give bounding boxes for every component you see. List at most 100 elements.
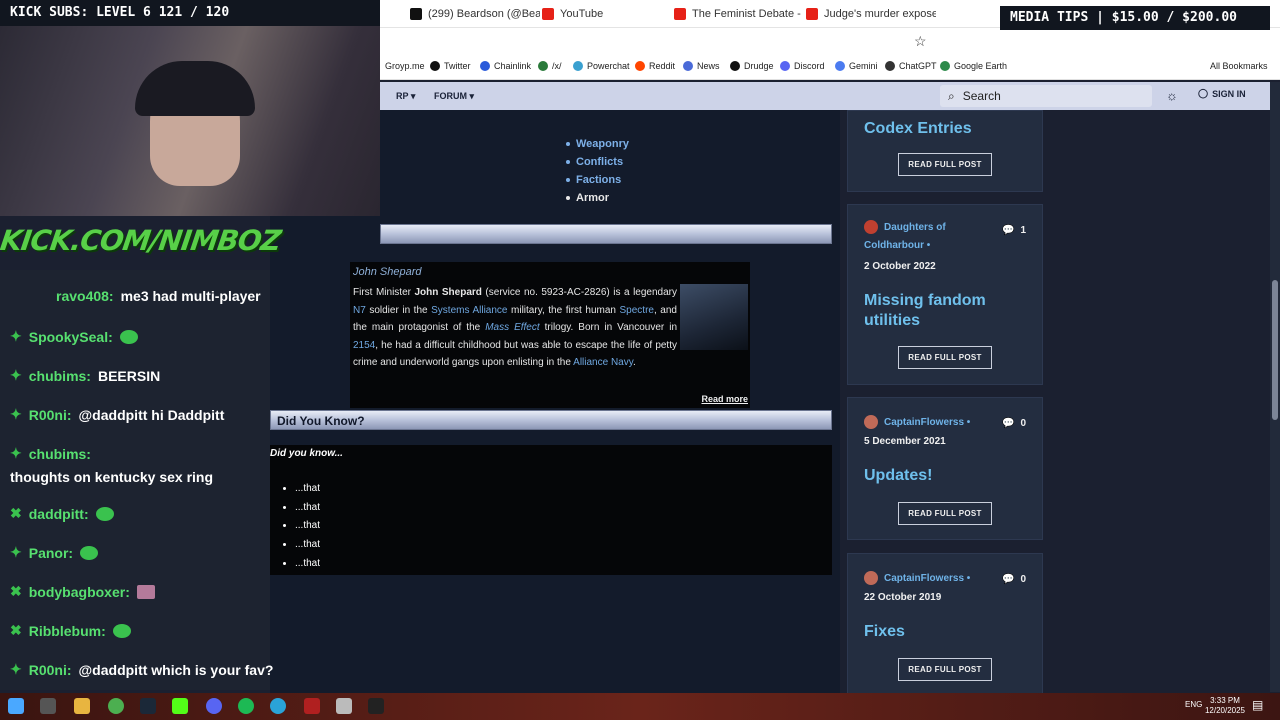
reddit-icon [635, 61, 645, 71]
address-bar[interactable]: ☆ [380, 28, 1280, 56]
tab-label: The Feminist Debate - Y [692, 8, 804, 20]
badge-icon: ✦ [10, 328, 22, 344]
spotify-icon[interactable] [238, 698, 254, 714]
notification-icon[interactable]: ▤ [1252, 698, 1263, 712]
category-link[interactable]: Factions [566, 174, 629, 186]
scrollbar-thumb[interactable] [1272, 280, 1278, 420]
link[interactable]: Spectre [620, 305, 654, 316]
bookmark[interactable]: News [683, 61, 720, 71]
bookmark[interactable]: Discord [780, 61, 825, 71]
post-author[interactable]: CaptainFlowerss • [864, 414, 970, 432]
did-you-know-heading: Did you know... [270, 448, 343, 459]
all-bookmarks[interactable]: All Bookmarks [1210, 61, 1268, 71]
search-input[interactable]: ⌕ Search [940, 85, 1152, 107]
post-author[interactable]: Daughters of Coldharbour • [864, 219, 974, 255]
read-full-post-button[interactable]: READ FULL POST [898, 346, 992, 369]
steam-icon[interactable] [140, 698, 156, 714]
category-link[interactable]: Armor [566, 192, 629, 204]
app-icon[interactable] [336, 698, 352, 714]
tab-label: Judge's murder expose [824, 8, 936, 20]
post-title[interactable]: Codex Entries [864, 119, 972, 139]
bookmark[interactable]: Chainlink [480, 61, 531, 71]
badge-icon: ✖ [10, 583, 22, 599]
post-title[interactable]: Updates! [864, 466, 932, 486]
system-clock[interactable]: 3:33 PM 12/20/2025 [1200, 696, 1250, 716]
chat-message: ✖ bodybagboxer: [10, 583, 162, 600]
avatar [864, 415, 878, 430]
bookmark[interactable]: Powerchat [573, 61, 630, 71]
browser-tab[interactable]: (299) Beardson (@Bear × [410, 4, 540, 24]
read-full-post-button[interactable]: READ FULL POST [898, 153, 992, 176]
telegram-icon[interactable] [270, 698, 286, 714]
page-scrollbar[interactable] [1270, 82, 1280, 692]
link[interactable]: Mass Effect [485, 322, 539, 333]
badge-icon: ✦ [10, 367, 22, 383]
epic-games-icon[interactable] [368, 698, 384, 714]
read-more-link[interactable]: Read more [701, 394, 748, 404]
bookmark[interactable]: Google Earth [940, 61, 1007, 71]
chainlink-icon [480, 61, 490, 71]
bookmark[interactable]: Twitter [430, 61, 471, 71]
nav-rp[interactable]: RP ▾ [396, 91, 415, 102]
posts-sidebar: Codex Entries READ FULL POST Daughters o… [840, 110, 1070, 695]
list-item: ...that [295, 520, 320, 539]
bookmark[interactable]: Gemini [835, 61, 878, 71]
badge-icon: ✦ [10, 406, 22, 422]
bookmark[interactable]: Drudge [730, 61, 774, 71]
read-full-post-button[interactable]: READ FULL POST [898, 658, 992, 681]
comment-count[interactable]: 💬 1 [1002, 225, 1026, 236]
bookmark[interactable]: Groyp.me [385, 61, 425, 71]
link[interactable]: 2154 [353, 340, 375, 351]
link[interactable]: N7 [353, 305, 366, 316]
bookmark[interactable]: ChatGPT [885, 61, 937, 71]
read-full-post-button[interactable]: READ FULL POST [898, 502, 992, 525]
media-tips-counter: MEDIA TIPS | $15.00 / $200.00 [1000, 6, 1270, 30]
nav-forum[interactable]: FORUM ▾ [434, 91, 474, 102]
badge-icon: ✦ [10, 445, 22, 461]
category-link[interactable]: Weaponry [566, 138, 629, 150]
post-card: CaptainFlowerss • 💬 0 5 December 2021 Upd… [847, 397, 1043, 540]
sign-in-button[interactable]: ◯ SIGN IN [1198, 88, 1246, 99]
clover-icon [538, 61, 548, 71]
comment-count[interactable]: 💬 0 [1002, 574, 1026, 585]
post-card: CaptainFlowerss • 💬 0 22 October 2019 Fix… [847, 553, 1043, 695]
x-icon [430, 61, 440, 71]
discord-icon[interactable] [206, 698, 222, 714]
did-you-know-list: ...that ...that ...that ...that ...that [295, 483, 320, 576]
star-icon[interactable]: ☆ [914, 33, 927, 50]
task-view-icon[interactable] [40, 698, 56, 714]
drudge-icon [730, 61, 740, 71]
bookmark[interactable]: /x/ [538, 61, 562, 71]
post-title[interactable]: Fixes [864, 622, 905, 642]
link[interactable]: Alliance Navy [573, 357, 633, 368]
post-card: Codex Entries READ FULL POST [847, 110, 1043, 192]
comment-icon: 💬 [1001, 225, 1015, 236]
webcam-feed [0, 26, 380, 216]
kick-subs-counter: KICK SUBS: LEVEL 6 121 / 120 [0, 0, 380, 26]
bookmark[interactable]: Reddit [635, 61, 675, 71]
search-placeholder: Search [962, 89, 1001, 103]
featured-name: John Shepard [353, 266, 422, 278]
shepard-portrait[interactable] [680, 284, 748, 350]
browser-tab[interactable]: Judge's murder expose × [806, 4, 936, 24]
start-icon[interactable] [8, 698, 24, 714]
list-item: ...that [295, 502, 320, 521]
badge-icon: ✦ [10, 661, 22, 677]
kick-icon[interactable] [172, 698, 188, 714]
badge-icon: ✖ [10, 505, 22, 521]
browser-tab[interactable]: YouTube × [542, 4, 662, 24]
explorer-icon[interactable] [74, 698, 90, 714]
comment-count[interactable]: 💬 0 [1002, 418, 1026, 429]
avatar [864, 571, 878, 586]
post-date: 5 December 2021 [864, 436, 946, 447]
post-title[interactable]: Missing fandom utilities [864, 291, 1034, 331]
browser-tab[interactable]: The Feminist Debate - Y × [674, 4, 804, 24]
app-icon[interactable] [304, 698, 320, 714]
post-author[interactable]: CaptainFlowerss • [864, 570, 970, 588]
search-icon: ⌕ [948, 88, 955, 103]
featured-article: John Shepard First Minister John Shepard… [350, 262, 750, 408]
chrome-icon[interactable] [108, 698, 124, 714]
theme-toggle-icon[interactable]: ☼ [1166, 88, 1178, 103]
category-link[interactable]: Conflicts [566, 156, 629, 168]
link[interactable]: Systems Alliance [431, 305, 507, 316]
